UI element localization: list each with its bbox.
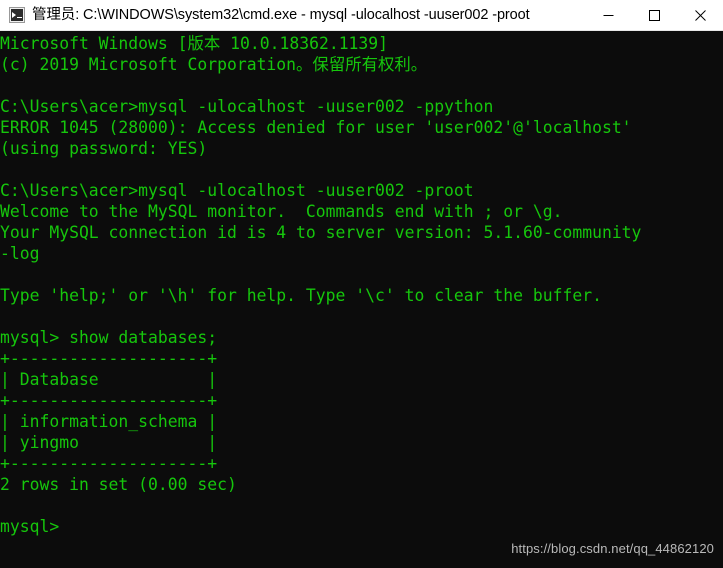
window-title: 管理员: C:\WINDOWS\system32\cmd.exe - mysql… [32, 6, 530, 23]
cmd-window: 管理员: C:\WINDOWS\system32\cmd.exe - mysql… [0, 0, 723, 568]
cmd-icon-caret [12, 12, 16, 18]
maximize-icon [648, 10, 660, 21]
cmd-console-icon [9, 7, 25, 23]
console-output-area[interactable]: Microsoft Windows [版本 10.0.18362.1139] (… [0, 31, 723, 568]
close-icon [694, 10, 706, 21]
close-button[interactable] [677, 0, 723, 31]
window-controls [585, 0, 723, 31]
cmd-icon-underscore [17, 17, 22, 18]
minimize-icon [603, 15, 613, 16]
title-bar[interactable]: 管理员: C:\WINDOWS\system32\cmd.exe - mysql… [0, 0, 723, 31]
console-text: Microsoft Windows [版本 10.0.18362.1139] (… [0, 34, 642, 536]
minimize-button[interactable] [585, 0, 631, 31]
watermark-url: https://blog.csdn.net/qq_44862120 [511, 541, 714, 556]
maximize-button[interactable] [631, 0, 677, 31]
